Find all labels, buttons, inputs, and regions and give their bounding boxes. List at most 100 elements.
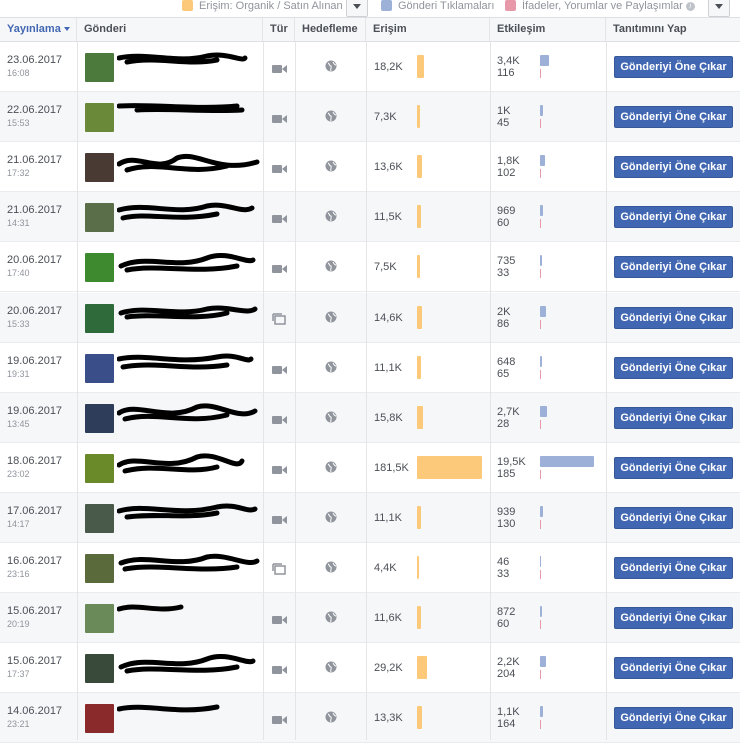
redacted-post-text[interactable] bbox=[117, 100, 262, 130]
table-header: Yayınlama Gönderi Tür Hedefleme Erişim E… bbox=[0, 17, 740, 42]
boost-post-button[interactable]: Gönderiyi Öne Çıkar bbox=[614, 707, 733, 729]
redacted-post-text[interactable] bbox=[117, 701, 262, 731]
table-row[interactable]: 19.06.2017 13:45 15,8K 2,7K 28 Gönderiyi… bbox=[0, 393, 740, 443]
reactions-bar bbox=[540, 269, 541, 278]
boost-post-button[interactable]: Gönderiyi Öne Çıkar bbox=[614, 507, 733, 529]
publish-date: 15.06.2017 bbox=[7, 605, 63, 617]
engagement-reactions-value: 45 bbox=[497, 117, 510, 129]
globe-icon bbox=[325, 610, 337, 628]
post-thumbnail[interactable] bbox=[85, 203, 114, 232]
boost-post-button[interactable]: Gönderiyi Öne Çıkar bbox=[614, 357, 733, 379]
engagement-clicks-value: 2,2K bbox=[497, 656, 520, 668]
table-row[interactable]: 17.06.2017 14:17 11,1K 939 130 Gönderiyi… bbox=[0, 493, 740, 543]
post-thumbnail[interactable] bbox=[85, 454, 114, 483]
reach-value: 18,2K bbox=[374, 61, 403, 73]
table-row[interactable]: 21.06.2017 14:31 11,5K 969 60 Gönderiyi … bbox=[0, 192, 740, 242]
engagement-clicks-value: 872 bbox=[497, 606, 516, 618]
reactions-bar bbox=[540, 720, 541, 729]
boost-post-button[interactable]: Gönderiyi Öne Çıkar bbox=[614, 657, 733, 679]
reach-bar bbox=[417, 105, 420, 128]
column-divider bbox=[295, 42, 296, 740]
column-divider bbox=[263, 42, 264, 740]
column-header-post: Gönderi bbox=[77, 18, 263, 41]
post-thumbnail[interactable] bbox=[85, 654, 114, 683]
redacted-post-text[interactable] bbox=[117, 200, 262, 230]
post-thumbnail[interactable] bbox=[85, 504, 114, 533]
boost-post-button[interactable]: Gönderiyi Öne Çıkar bbox=[614, 156, 733, 178]
engagement-reactions-value: 130 bbox=[497, 518, 516, 530]
boost-post-button[interactable]: Gönderiyi Öne Çıkar bbox=[614, 106, 733, 128]
info-icon[interactable]: i bbox=[685, 2, 695, 11]
boost-post-button[interactable]: Gönderiyi Öne Çıkar bbox=[614, 407, 733, 429]
post-thumbnail[interactable] bbox=[85, 53, 114, 82]
post-thumbnail[interactable] bbox=[85, 103, 114, 132]
clicks-bar bbox=[540, 55, 549, 66]
redacted-post-text[interactable] bbox=[117, 501, 262, 531]
column-header-published-label: Yayınlama bbox=[7, 23, 61, 35]
publish-time: 14:31 bbox=[7, 218, 30, 228]
reach-dropdown-button[interactable] bbox=[346, 0, 368, 17]
redacted-post-text[interactable] bbox=[117, 401, 262, 431]
redacted-post-text[interactable] bbox=[117, 250, 262, 280]
boost-post-button[interactable]: Gönderiyi Öne Çıkar bbox=[614, 307, 733, 329]
post-thumbnail[interactable] bbox=[85, 253, 114, 282]
boost-post-button[interactable]: Gönderiyi Öne Çıkar bbox=[614, 557, 733, 579]
boost-post-button[interactable]: Gönderiyi Öne Çıkar bbox=[614, 607, 733, 629]
redacted-post-text[interactable] bbox=[117, 651, 262, 681]
boost-post-button[interactable]: Gönderiyi Öne Çıkar bbox=[614, 256, 733, 278]
globe-icon bbox=[325, 710, 337, 728]
engagement-clicks-value: 2,7K bbox=[497, 406, 520, 418]
reactions-bar bbox=[540, 119, 541, 128]
table-row[interactable]: 15.06.2017 17:37 29,2K 2,2K 204 Gönderiy… bbox=[0, 643, 740, 693]
album-icon bbox=[272, 562, 286, 580]
post-thumbnail[interactable] bbox=[85, 554, 114, 583]
boost-post-button[interactable]: Gönderiyi Öne Çıkar bbox=[614, 457, 733, 479]
clicks-bar bbox=[540, 406, 547, 417]
column-header-published[interactable]: Yayınlama bbox=[0, 18, 77, 41]
publish-date: 21.06.2017 bbox=[7, 154, 63, 166]
clicks-bar bbox=[540, 155, 545, 166]
post-thumbnail[interactable] bbox=[85, 604, 114, 633]
redacted-post-text[interactable] bbox=[117, 551, 262, 581]
table-row[interactable]: 18.06.2017 23:02 181,5K 19,5K 185 Gönder… bbox=[0, 443, 740, 493]
video-icon bbox=[272, 362, 287, 380]
column-header-type-label: Tür bbox=[270, 23, 288, 35]
video-icon bbox=[272, 612, 287, 630]
table-row[interactable]: 20.06.2017 15:33 14,6K 2K 86 Gönderiyi Ö… bbox=[0, 293, 740, 343]
boost-post-button[interactable]: Gönderiyi Öne Çıkar bbox=[614, 206, 733, 228]
table-row[interactable]: 15.06.2017 20:19 11,6K 872 60 Gönderiyi … bbox=[0, 593, 740, 643]
table-row[interactable]: 22.06.2017 15:53 7,3K 1K 45 Gönderiyi Ön… bbox=[0, 92, 740, 142]
post-thumbnail[interactable] bbox=[85, 704, 114, 733]
post-thumbnail[interactable] bbox=[85, 404, 114, 433]
post-thumbnail[interactable] bbox=[85, 354, 114, 383]
redacted-post-text[interactable] bbox=[117, 50, 262, 80]
table-row[interactable]: 14.06.2017 23:21 13,3K 1,1K 164 Gönderiy… bbox=[0, 693, 740, 743]
engagement-clicks-value: 2K bbox=[497, 306, 511, 318]
reactions-bar bbox=[540, 370, 541, 379]
engagement-clicks-value: 939 bbox=[497, 506, 516, 518]
table-row[interactable]: 20.06.2017 17:40 7,5K 735 33 Gönderiyi Ö… bbox=[0, 242, 740, 292]
redacted-post-text[interactable] bbox=[117, 351, 262, 381]
table-row[interactable]: 21.06.2017 17:32 13,6K 1,8K 102 Gönderiy… bbox=[0, 142, 740, 192]
engagement-reactions-value: 60 bbox=[497, 618, 510, 630]
redacted-post-text[interactable] bbox=[117, 601, 262, 631]
globe-icon bbox=[325, 510, 337, 528]
redacted-post-text[interactable] bbox=[117, 301, 262, 331]
redacted-post-text[interactable] bbox=[117, 150, 262, 180]
engagement-dropdown-button[interactable] bbox=[708, 0, 730, 17]
redacted-post-text[interactable] bbox=[117, 451, 262, 481]
table-row[interactable]: 19.06.2017 19:31 11,1K 648 65 Gönderiyi … bbox=[0, 343, 740, 393]
post-thumbnail[interactable] bbox=[85, 153, 114, 182]
column-header-targeting: Hedefleme bbox=[295, 18, 366, 41]
post-thumbnail[interactable] bbox=[85, 304, 114, 333]
publish-time: 16:08 bbox=[7, 68, 30, 78]
legend-reactions-label: İfadeler, Yorumlar ve Paylaşımlar bbox=[522, 0, 683, 12]
video-icon bbox=[272, 211, 287, 229]
boost-post-button[interactable]: Gönderiyi Öne Çıkar bbox=[614, 56, 733, 78]
clicks-bar bbox=[540, 556, 541, 567]
table-row[interactable]: 16.06.2017 23:16 4,4K 46 33 Gönderiyi Ön… bbox=[0, 543, 740, 593]
table-row[interactable]: 23.06.2017 16:08 18,2K 3,4K 116 Gönderiy… bbox=[0, 42, 740, 92]
publish-date: 22.06.2017 bbox=[7, 104, 63, 116]
reactions-bar bbox=[540, 570, 541, 579]
video-icon bbox=[272, 512, 287, 530]
